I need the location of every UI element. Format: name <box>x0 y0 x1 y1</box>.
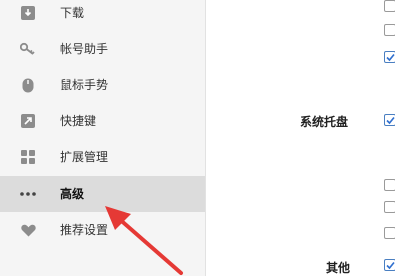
more-dots-icon <box>20 186 36 202</box>
checkmark-icon <box>386 261 395 270</box>
annotation-arrow-icon <box>105 206 183 275</box>
sidebar-item-download[interactable]: 下载 <box>0 0 205 31</box>
sidebar-item-account-assistant[interactable]: 帐号助手 <box>0 31 205 67</box>
advanced-settings-panel: 系统托盘 其他 <box>206 0 395 276</box>
system-tray-checkbox[interactable] <box>384 114 395 126</box>
setting-checkbox[interactable] <box>384 24 395 36</box>
setting-checkbox[interactable] <box>384 227 395 239</box>
mouse-icon <box>20 77 36 93</box>
recommend-heart-icon <box>20 222 36 238</box>
other-checkbox[interactable] <box>384 259 395 271</box>
sidebar-item-mouse-gestures[interactable]: 鼠标手势 <box>0 67 205 103</box>
section-title-other: 其他 <box>326 261 351 275</box>
sidebar-item-label: 快捷键 <box>60 114 97 128</box>
checkmark-icon <box>386 53 395 62</box>
section-title-system-tray: 系统托盘 <box>300 115 349 129</box>
key-icon <box>20 41 36 57</box>
sidebar-item-label: 鼠标手势 <box>60 78 109 92</box>
checkmark-icon <box>386 116 395 125</box>
sidebar-item-extensions[interactable]: 扩展管理 <box>0 139 205 175</box>
setting-checkbox[interactable] <box>384 201 395 213</box>
sidebar-item-label: 下载 <box>60 6 85 20</box>
shortcut-arrow-icon <box>20 113 36 129</box>
sidebar-item-label: 帐号助手 <box>60 42 109 56</box>
sidebar-item-shortcuts[interactable]: 快捷键 <box>0 103 205 139</box>
sidebar-item-label: 扩展管理 <box>60 150 109 164</box>
setting-checkbox[interactable] <box>384 51 395 63</box>
sidebar-item-label: 高级 <box>60 187 85 201</box>
extensions-grid-icon <box>20 149 36 165</box>
setting-checkbox[interactable] <box>384 0 395 12</box>
setting-checkbox[interactable] <box>384 179 395 191</box>
download-icon <box>20 5 36 21</box>
